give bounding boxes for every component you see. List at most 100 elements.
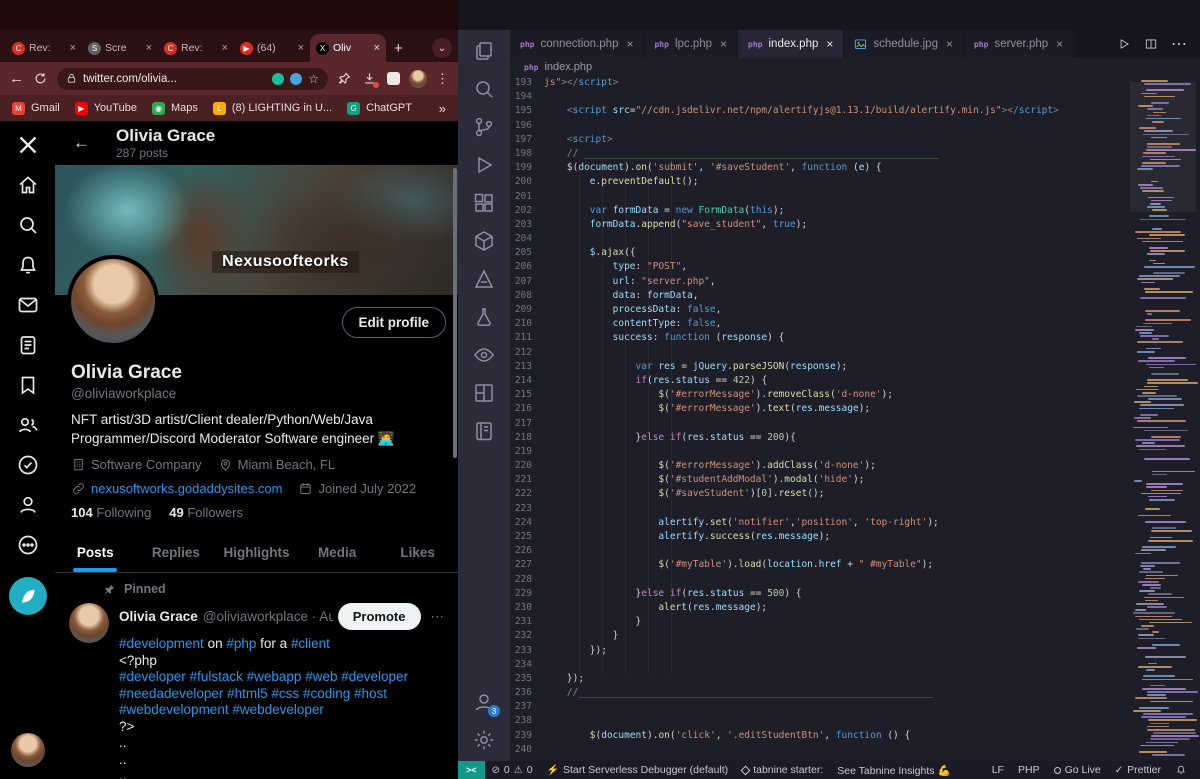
hashtag-link[interactable]: #client — [291, 636, 330, 651]
accounts-icon[interactable]: 3 — [472, 690, 500, 717]
bookmark-item[interactable]: ▶ YouTube — [74, 101, 137, 115]
profile-tab-highlights[interactable]: Highlights — [216, 533, 297, 572]
eye-icon[interactable] — [472, 343, 496, 367]
profile-tab-likes[interactable]: Likes — [377, 533, 458, 572]
notebook-icon[interactable] — [472, 419, 496, 443]
extension-icon[interactable] — [387, 72, 400, 85]
tab-close-icon[interactable]: × — [626, 37, 633, 51]
post-author[interactable]: Olivia Grace — [119, 609, 198, 624]
hashtag-link[interactable]: #webapp — [247, 669, 302, 684]
prettier-item[interactable]: ✓ Prettier — [1108, 764, 1168, 776]
edit-profile-button[interactable]: Edit profile — [341, 307, 446, 338]
profile-tab-posts[interactable]: Posts — [55, 533, 136, 572]
download-icon[interactable] — [362, 71, 379, 88]
flask-icon[interactable] — [472, 305, 496, 329]
verified-icon[interactable] — [16, 453, 40, 477]
profile-tab-media[interactable]: Media — [297, 533, 378, 572]
bookmark-item[interactable]: ◉ Maps — [151, 101, 198, 115]
editor-tab[interactable]: php server.php × — [963, 30, 1075, 58]
grammarly-icon[interactable] — [272, 72, 285, 85]
messages-icon[interactable] — [16, 293, 40, 317]
tab-close-icon[interactable]: × — [720, 37, 727, 51]
bookmarks-overflow-icon[interactable]: » — [439, 101, 446, 116]
browser-profile-avatar[interactable] — [409, 69, 427, 88]
hashtag-link[interactable]: #webdeveloper — [232, 702, 324, 717]
hashtag-link[interactable]: #needadeveloper — [119, 686, 223, 701]
bookmark-star-icon[interactable]: ☆ — [308, 72, 319, 86]
hashtag-link[interactable]: #host — [354, 686, 387, 701]
promote-button[interactable]: Promote — [337, 603, 421, 630]
browser-tab[interactable]: ▶ (64) × — [234, 34, 310, 62]
browser-tab[interactable]: X Oliv × — [310, 34, 386, 62]
debugger-item[interactable]: ⚡ Start Serverless Debugger (default) — [540, 761, 736, 779]
hashtag-link[interactable]: #html5 — [227, 686, 268, 701]
rail-avatar[interactable] — [10, 733, 45, 767]
breadcrumbs[interactable]: php index.php — [510, 58, 1200, 76]
search-icon[interactable] — [472, 77, 496, 101]
tabnine-item[interactable]: tabnine star­ter: — [735, 761, 830, 779]
browser-tab[interactable]: C Rev: × — [158, 34, 234, 62]
tab-close-icon[interactable]: × — [826, 37, 833, 51]
back-button[interactable]: ← — [9, 71, 24, 86]
remote-indicator[interactable]: >< — [458, 761, 485, 779]
tabnine-insights-item[interactable]: See Tabnine Insights 💪 — [830, 761, 957, 779]
notifications-icon[interactable] — [16, 253, 40, 277]
search-icon[interactable] — [16, 213, 40, 237]
post-avatar[interactable] — [69, 603, 109, 643]
hashtag-link[interactable]: #development — [119, 636, 204, 651]
tab-close-icon[interactable]: × — [298, 42, 304, 54]
split-editor-icon[interactable] — [1144, 37, 1158, 51]
layout-icon[interactable] — [472, 381, 496, 405]
tab-close-icon[interactable]: × — [946, 37, 953, 51]
hashtag-link[interactable]: #php — [226, 636, 256, 651]
hashtag-link[interactable]: #web — [305, 669, 337, 684]
go-live-item[interactable]: Go Live — [1047, 764, 1108, 776]
browser-tab[interactable]: S Scre × — [82, 34, 158, 62]
bookmark-item[interactable]: G ChatGPT — [347, 101, 412, 115]
cube-icon[interactable] — [472, 229, 496, 253]
x-logo-icon[interactable] — [16, 133, 40, 157]
hashtag-link[interactable]: #css — [271, 686, 299, 701]
pinned-post[interactable]: Olivia Grace @oliviaworkplace · Aug 10 P… — [55, 598, 458, 779]
more-icon[interactable] — [16, 533, 40, 557]
editor-more-icon[interactable]: ⋯ — [1171, 34, 1187, 54]
address-bar[interactable]: twitter.com/olivia... ☆ — [57, 67, 328, 90]
browser-tab[interactable]: C Rev: × — [6, 34, 82, 62]
tab-close-icon[interactable]: × — [146, 42, 152, 54]
tab-close-icon[interactable]: × — [222, 42, 228, 54]
page-action-icon[interactable] — [290, 72, 303, 85]
minimap[interactable] — [1130, 76, 1199, 761]
settings-gear-icon[interactable] — [472, 728, 496, 752]
profile-tab-replies[interactable]: Replies — [136, 533, 217, 572]
editor-tab[interactable]: schedule.jpg × — [844, 30, 964, 58]
hashtag-link[interactable]: #coding — [303, 686, 350, 701]
post-more-icon[interactable]: ⋯ — [431, 609, 445, 625]
editor[interactable]: 193 js"></script> 194 195 <script src="//cd… — [510, 76, 1200, 761]
new-tab-button[interactable]: + — [394, 40, 403, 57]
profile-icon[interactable] — [16, 493, 40, 517]
editor-tab[interactable]: php connection.php × — [510, 30, 645, 58]
explorer-icon[interactable] — [472, 39, 496, 63]
back-arrow-icon[interactable]: ← — [73, 133, 90, 153]
hashtag-link[interactable]: #fulstack — [190, 669, 243, 684]
following-stat[interactable]: 104 Following — [71, 505, 151, 520]
bookmark-item[interactable]: L (8) LIGHTING in U... — [212, 101, 332, 115]
hashtag-link[interactable]: #developer — [119, 669, 186, 684]
reload-button[interactable] — [33, 71, 48, 86]
followers-stat[interactable]: 49 Followers — [169, 505, 243, 520]
run-file-icon[interactable] — [1117, 37, 1131, 51]
hashtag-link[interactable]: #developer — [341, 669, 408, 684]
compose-button[interactable] — [8, 577, 47, 615]
run-debug-icon[interactable] — [472, 153, 496, 177]
tab-close-icon[interactable]: × — [374, 42, 380, 54]
extensions-icon[interactable] — [472, 191, 496, 215]
profile-avatar[interactable] — [67, 255, 159, 347]
editor-tab[interactable]: php index.php × — [738, 30, 845, 58]
bookmarks-icon[interactable] — [16, 373, 40, 397]
home-icon[interactable] — [16, 173, 40, 197]
tab-search-button[interactable]: ⌄ — [432, 38, 452, 58]
source-control-icon[interactable] — [472, 115, 496, 139]
lists-icon[interactable] — [16, 333, 40, 357]
pin-extension-icon[interactable] — [337, 71, 353, 87]
hashtag-link[interactable]: #webdevelopment — [119, 702, 229, 717]
